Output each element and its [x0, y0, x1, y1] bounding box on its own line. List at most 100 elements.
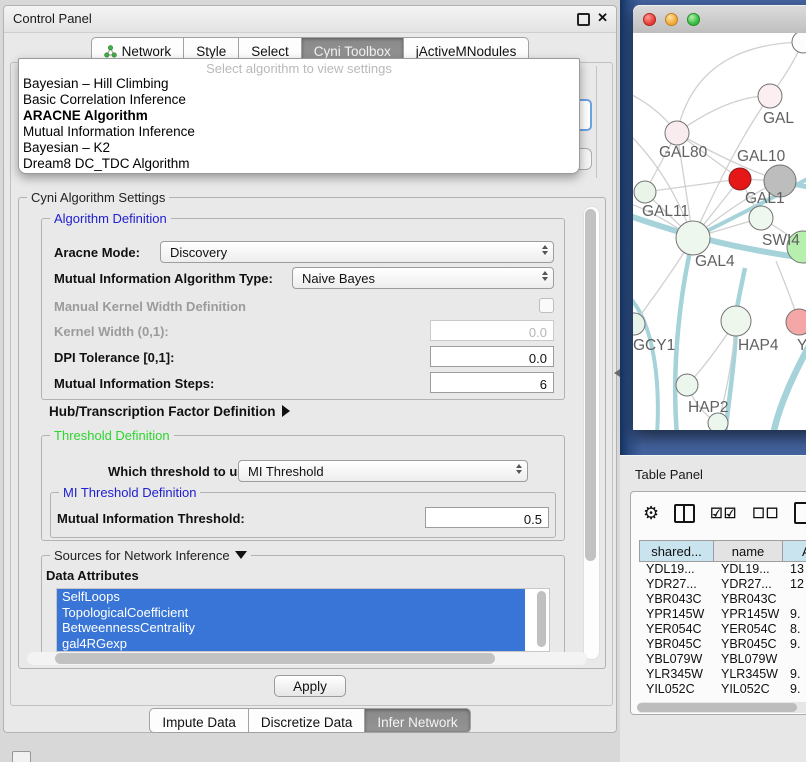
network-node-hap2[interactable] [676, 374, 698, 396]
which-threshold-label: Which threshold to use: [108, 464, 256, 479]
mi-steps-field[interactable] [430, 372, 554, 393]
sources-title-text: Sources for Network Inference [54, 548, 230, 563]
attribute-list-item[interactable]: TopologicalCoefficient [57, 605, 525, 621]
table-cell: YLR345W [639, 667, 714, 682]
sources-group: Sources for Network Inference Data Attri… [41, 555, 565, 663]
table-row[interactable]: YPR145WYPR145W9. [639, 607, 806, 622]
network-node-gal1[interactable] [729, 168, 751, 190]
table-row[interactable]: YLR345WYLR345W9. [639, 667, 806, 682]
table-cell: 13 [783, 562, 806, 577]
table-horizontal-scrollbar[interactable] [637, 702, 806, 713]
mi-algorithm-type-value: Naive Bayes [302, 271, 375, 286]
settings-vertical-scrollbar-thumb[interactable] [585, 209, 596, 561]
table-cell: YDR27... [639, 577, 714, 592]
select-all-checkboxes-icon[interactable]: ☑☑ [710, 505, 737, 522]
mi-threshold-definition-title: MI Threshold Definition [59, 485, 200, 500]
zoom-traffic-light-icon[interactable] [687, 13, 700, 26]
network-edge [645, 179, 740, 192]
network-node-gal4[interactable] [676, 221, 710, 255]
algorithm-option[interactable]: Basic Correlation Inference [23, 92, 186, 107]
stepper-icon [516, 464, 522, 474]
algorithm-dropdown-popup: Select algorithm to view settings Bayesi… [18, 58, 580, 174]
algorithm-option[interactable]: Mutual Information Inference [23, 124, 195, 139]
network-node-gal11[interactable] [634, 181, 656, 203]
mi-algorithm-type-select[interactable]: Naive Bayes [292, 267, 554, 289]
control-panel-titlebar[interactable]: Control Panel ✕ [4, 6, 616, 33]
manual-kernel-width-checkbox[interactable] [539, 298, 554, 313]
algorithm-option[interactable]: Bayesian – K2 [23, 140, 110, 155]
column-header-shared[interactable]: shared... [639, 540, 714, 562]
sources-group-title[interactable]: Sources for Network Inference [50, 548, 251, 563]
algorithm-option[interactable]: Bayesian – Hill Climbing [23, 76, 169, 91]
table-row[interactable]: YER054CYER054C8. [639, 622, 806, 637]
table-cell: 9. [783, 667, 806, 682]
column-header-A[interactable]: A [783, 540, 806, 562]
network-node[interactable] [792, 33, 806, 53]
network-node-gal80[interactable] [665, 121, 689, 145]
table-cell: YIL052C [714, 682, 783, 697]
manual-kernel-width-label: Manual Kernel Width Definition [54, 299, 246, 314]
table-horizontal-scrollbar-thumb[interactable] [637, 703, 797, 712]
aracne-mode-select[interactable]: Discovery [160, 241, 554, 263]
algorithm-option[interactable]: ARACNE Algorithm [23, 108, 148, 123]
attribute-list-item[interactable]: gal4RGexp [57, 636, 525, 652]
attribute-list-item[interactable]: BetweennessCentrality [57, 620, 525, 636]
network-edge [677, 96, 770, 133]
aracne-mode-label: Aracne Mode: [54, 245, 140, 260]
deselect-all-checkboxes-icon[interactable]: ☐☐ [752, 505, 779, 522]
table-cell: YER054C [714, 622, 783, 637]
attributes-scrollbar[interactable] [536, 590, 548, 650]
algorithm-option[interactable]: Dream8 DC_TDC Algorithm [23, 156, 190, 171]
attribute-list-item[interactable]: SelfLoops [57, 589, 525, 605]
document-icon[interactable] [794, 502, 806, 524]
float-window-icon[interactable] [577, 13, 590, 26]
data-attributes-list[interactable]: SelfLoopsTopologicalCoefficientBetweenne… [56, 588, 550, 652]
collapsed-panel-icon[interactable] [12, 751, 31, 762]
column-header-name[interactable]: name [714, 540, 783, 562]
mi-threshold-field[interactable] [425, 507, 549, 528]
which-threshold-select[interactable]: MI Threshold [238, 460, 528, 482]
tab-impute-data[interactable]: Impute Data [149, 708, 249, 733]
table-cell: YBR045C [714, 637, 783, 652]
network-node-gal[interactable] [758, 84, 782, 108]
table-cell: YDL19... [714, 562, 783, 577]
gear-icon[interactable]: ⚙ [643, 503, 659, 523]
network-canvas[interactable]: GALGAL80GAL10GAL1GAL11SWI4GAL4GCY1HAP4YH… [633, 33, 806, 430]
minimize-traffic-light-icon[interactable] [665, 13, 678, 26]
table-cell: YBR043C [639, 592, 714, 607]
network-window-titlebar[interactable] [633, 5, 806, 34]
table-row[interactable]: YBR045CYBR045C9. [639, 637, 806, 652]
settings-horizontal-scrollbar-thumb[interactable] [55, 653, 495, 664]
dpi-tolerance-field[interactable] [430, 346, 554, 367]
hub-definition-toggle[interactable]: Hub/Transcription Factor Definition [49, 404, 290, 419]
node-label: GAL10 [737, 148, 786, 165]
tab-infer-network[interactable]: Infer Network [365, 708, 470, 733]
mi-threshold-label: Mutual Information Threshold: [57, 511, 245, 526]
table-cell: YBR043C [714, 592, 783, 607]
close-traffic-light-icon[interactable] [643, 13, 656, 26]
table-cell: 9. [783, 607, 806, 622]
table-row[interactable]: YBR043CYBR043C [639, 592, 806, 607]
threshold-definition-group: Threshold Definition Which threshold to … [41, 435, 565, 541]
stepper-icon [542, 245, 548, 255]
settings-vertical-scrollbar[interactable] [583, 206, 600, 660]
network-node-hap4[interactable] [721, 306, 751, 336]
mi-algorithm-type-label: Mutual Information Algorithm Type: [54, 271, 273, 286]
network-node[interactable] [749, 206, 773, 230]
tab-discretize-data[interactable]: Discretize Data [249, 708, 366, 733]
kernel-width-field[interactable] [430, 320, 554, 341]
apply-button[interactable]: Apply [274, 675, 346, 697]
table-toolbar: ⚙ ☑☑ ☐☐ [643, 501, 806, 525]
which-threshold-value: MI Threshold [248, 464, 324, 479]
table-row[interactable]: YDR27...YDR27...12 [639, 577, 806, 592]
table-row[interactable]: YDL19...YDL19...13 [639, 562, 806, 577]
close-icon[interactable]: ✕ [597, 10, 608, 26]
settings-horizontal-scrollbar[interactable] [27, 652, 587, 665]
table-row[interactable]: YIL052CYIL052C9. [639, 682, 806, 697]
network-node-y[interactable] [786, 309, 806, 335]
attributes-scrollbar-thumb[interactable] [537, 591, 546, 647]
network-icon [104, 45, 117, 58]
table-cell [783, 652, 806, 667]
split-columns-icon[interactable] [674, 504, 695, 523]
table-row[interactable]: YBL079WYBL079W [639, 652, 806, 667]
